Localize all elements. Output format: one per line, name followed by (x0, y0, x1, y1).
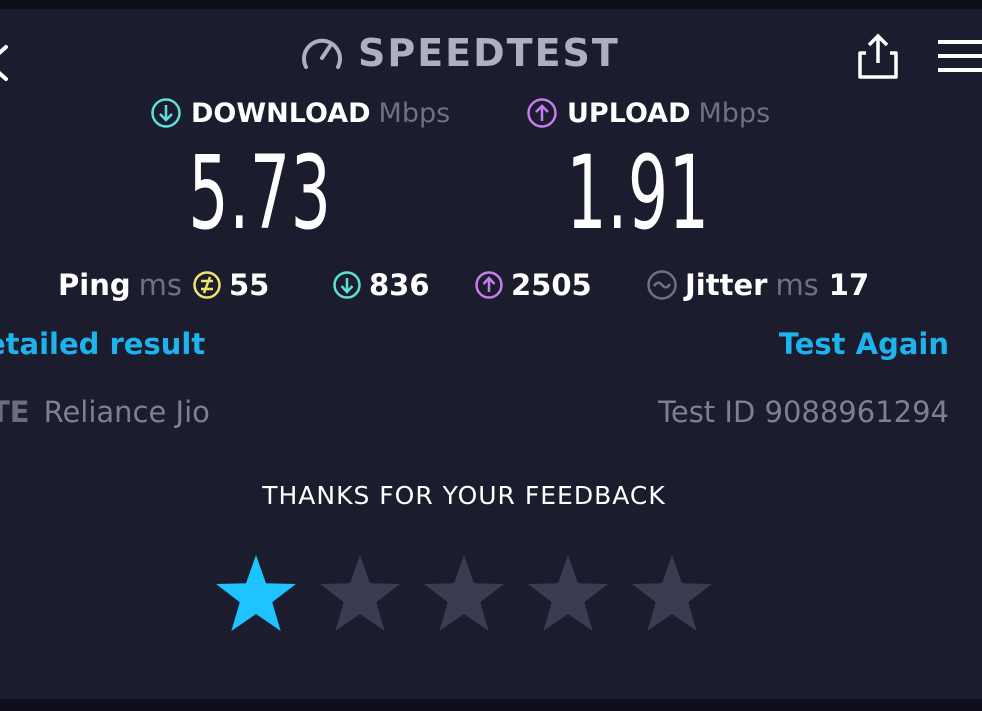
upload-header: UPLOAD Mbps (526, 95, 770, 131)
star-icon[interactable] (212, 551, 300, 637)
feedback-title: THANKS FOR YOUR FEEDBACK (262, 481, 666, 510)
network-type-badge: TE (0, 395, 30, 429)
star-icon[interactable] (420, 551, 508, 637)
jitter-value: 17 (828, 268, 870, 302)
download-unit: Mbps (378, 97, 451, 129)
download-arrow-icon (333, 271, 361, 299)
ping-label: Ping (58, 268, 131, 302)
share-icon[interactable] (856, 33, 900, 81)
brand-title: SPEEDTEST (358, 31, 620, 75)
upload-speed-value: 1.91 (566, 134, 710, 253)
ping-icon (193, 271, 221, 299)
jitter-unit: ms (775, 268, 819, 302)
star-icon[interactable] (524, 551, 612, 637)
star-icon[interactable] (628, 551, 716, 637)
upload-latency-stat: 2505 (474, 265, 592, 305)
app-brand: SPEEDTEST (300, 31, 620, 75)
detailed-result-link[interactable]: etailed result (0, 327, 205, 361)
provider-info: TE Reliance Jio (0, 395, 210, 429)
upload-arrow-icon (527, 98, 557, 128)
download-latency-value: 836 (369, 268, 430, 302)
jitter-label: Jitter (685, 268, 768, 302)
upload-arrow-icon (475, 271, 503, 299)
ping-stat: Ping ms 55 (58, 265, 269, 305)
upload-label: UPLOAD (567, 97, 691, 129)
test-again-link[interactable]: Test Again (779, 327, 949, 361)
speedometer-icon (302, 38, 342, 69)
jitter-stat: Jitter ms 17 (646, 265, 869, 305)
ping-value: 55 (228, 268, 270, 302)
jitter-icon (647, 270, 677, 300)
upload-unit: Mbps (698, 97, 771, 129)
download-arrow-icon (151, 98, 181, 128)
upload-latency-value: 2505 (511, 268, 592, 302)
download-latency-stat: 836 (332, 265, 430, 305)
star-rating[interactable] (212, 549, 732, 639)
download-header: DOWNLOAD Mbps (150, 95, 450, 131)
back-icon[interactable] (0, 43, 18, 83)
download-speed-value: 5.73 (188, 134, 332, 253)
test-id: Test ID 9088961294 (658, 395, 949, 429)
speedtest-result-screen: SPEEDTEST DOWNLOAD Mbps UPLOAD Mbps 5.73… (0, 9, 982, 699)
menu-icon[interactable] (936, 39, 982, 73)
provider-name: Reliance Jio (43, 395, 210, 429)
download-label: DOWNLOAD (191, 97, 371, 129)
ping-unit: ms (138, 268, 182, 302)
star-icon[interactable] (316, 551, 404, 637)
